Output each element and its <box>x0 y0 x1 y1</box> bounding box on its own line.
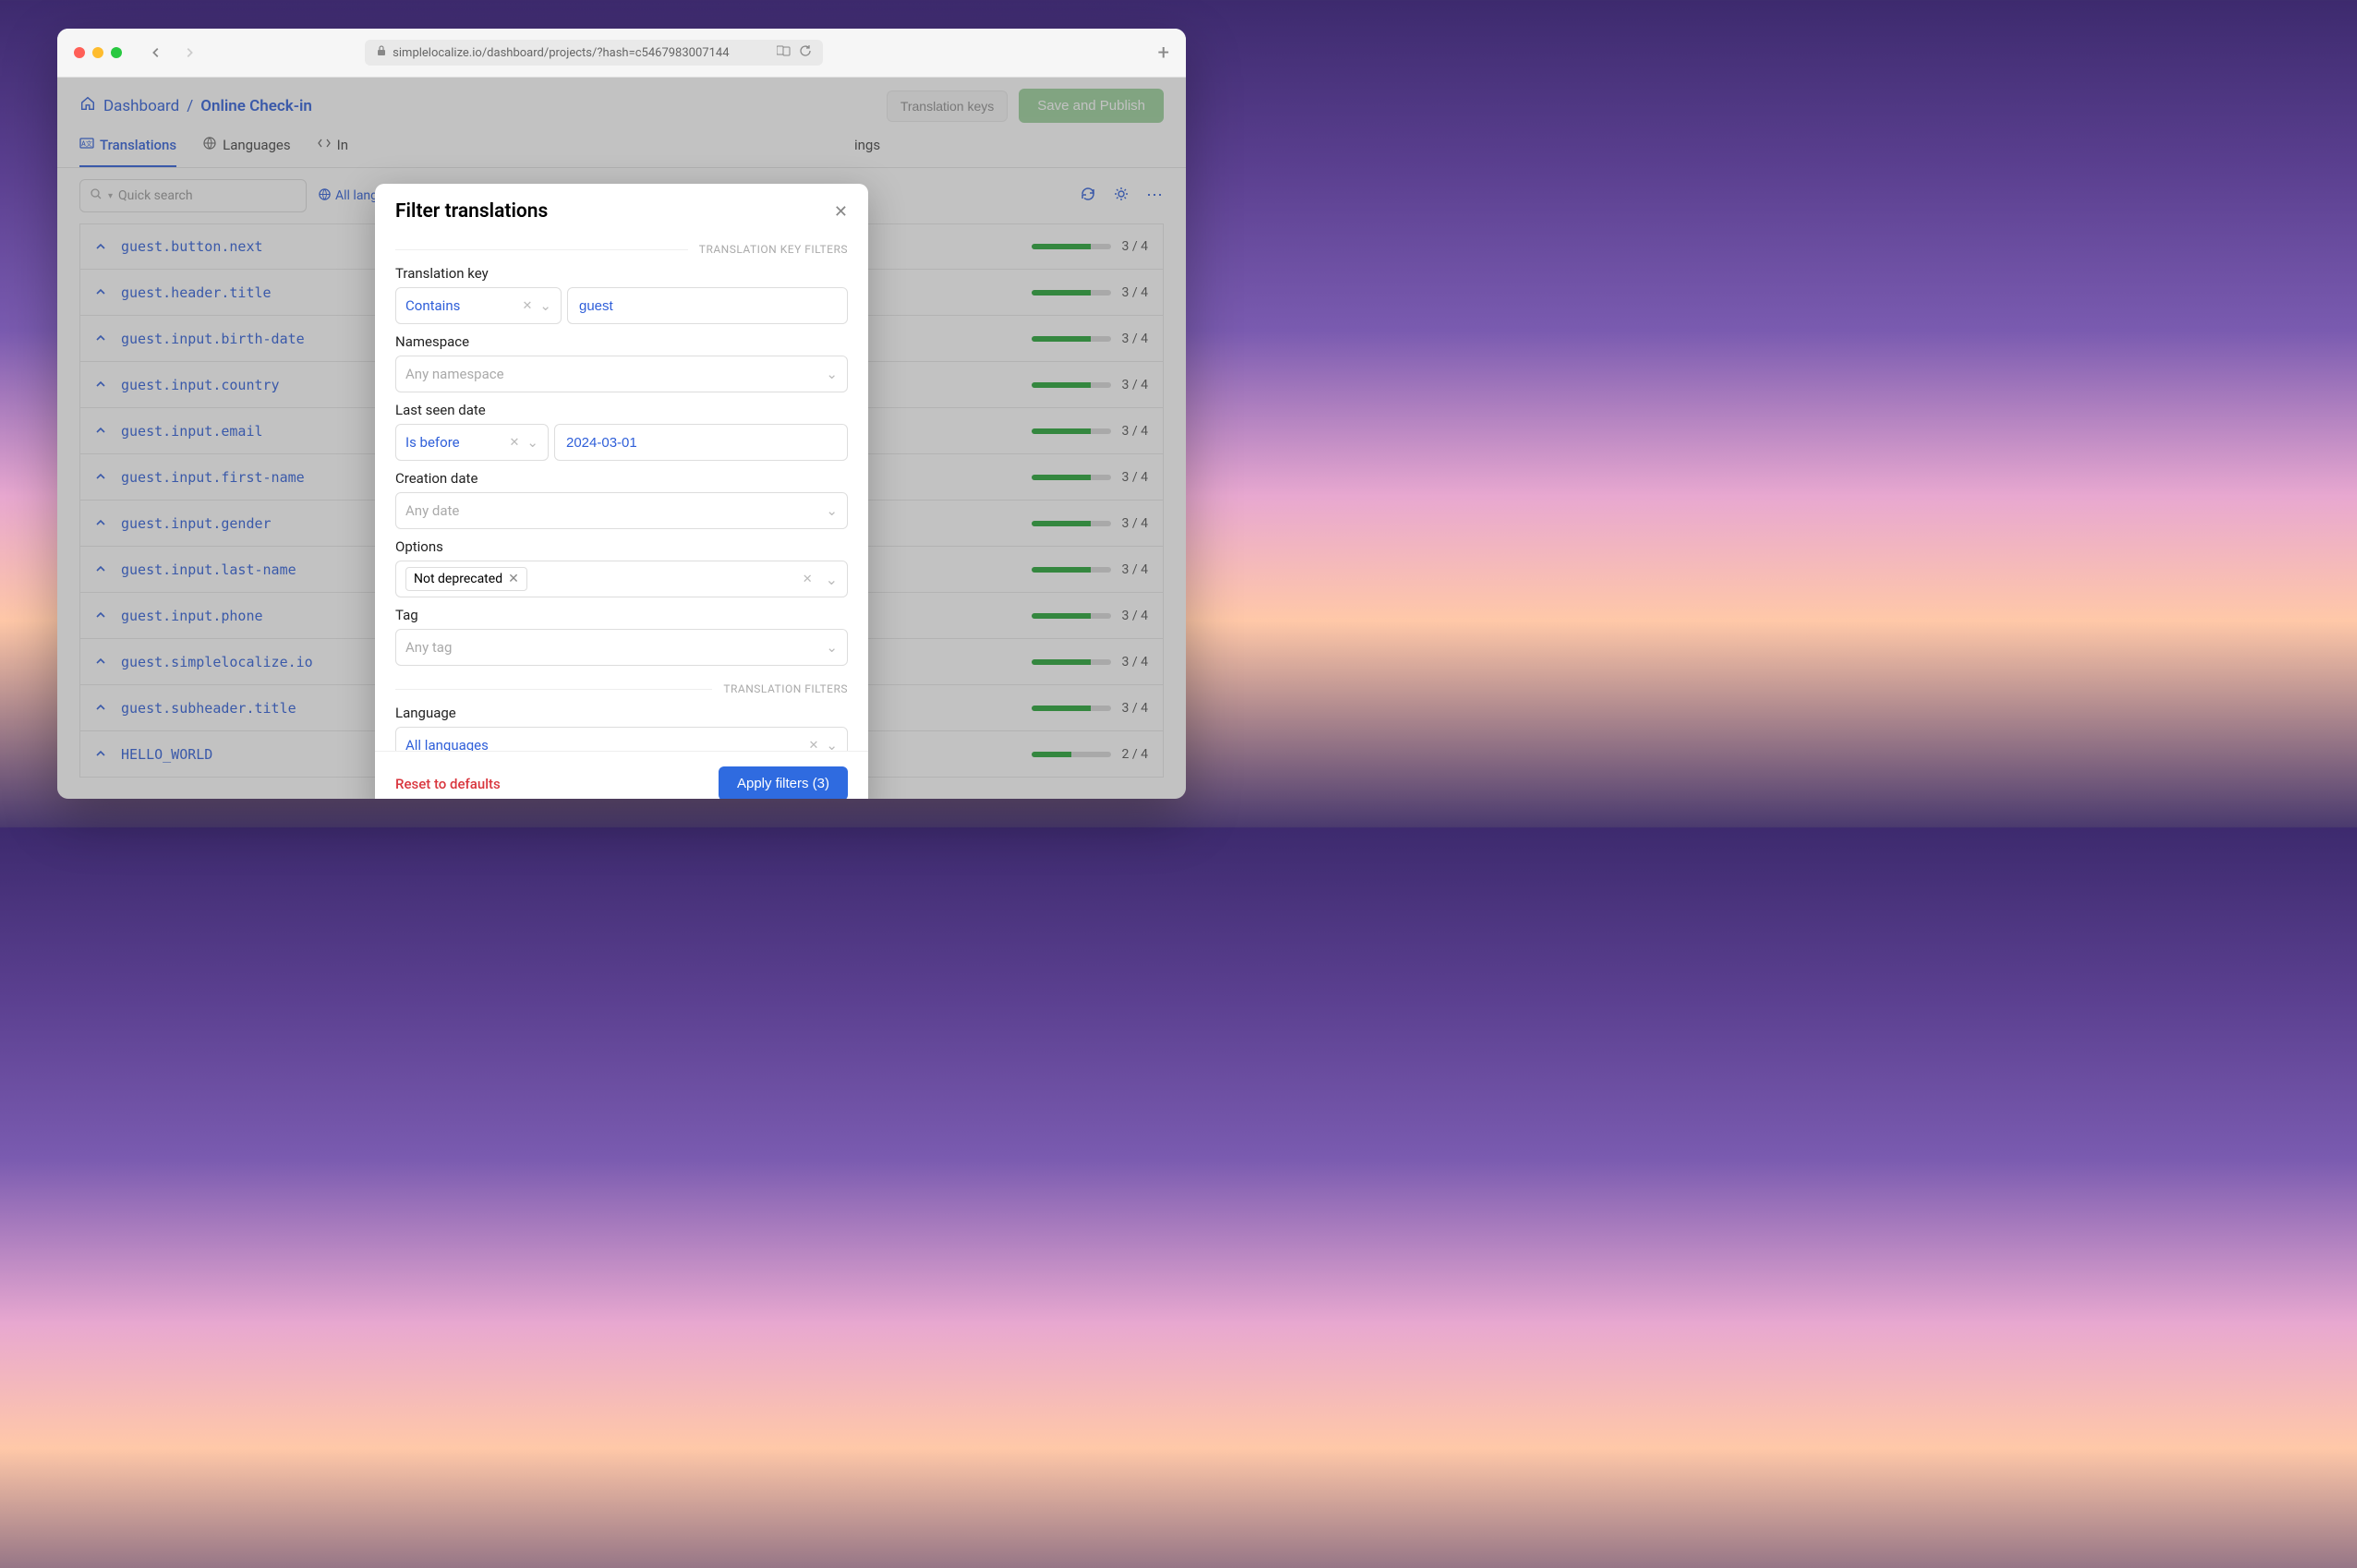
modal-title: Filter translations <box>395 200 548 223</box>
filter-modal: Filter translations ✕ TRANSLATION KEY FI… <box>375 184 868 799</box>
creation-date-select[interactable]: Any date ⌄ <box>395 492 848 529</box>
chevron-down-icon: ⌄ <box>539 297 551 314</box>
url-text: simplelocalize.io/dashboard/projects/?ha… <box>393 46 729 60</box>
close-icon[interactable]: ✕ <box>834 202 848 222</box>
section-translation-filters: TRANSLATION FILTERS <box>723 682 848 695</box>
namespace-label: Namespace <box>395 333 848 350</box>
lock-icon <box>376 45 387 60</box>
section-key-filters: TRANSLATION KEY FILTERS <box>699 243 848 256</box>
namespace-placeholder: Any namespace <box>405 366 504 382</box>
titlebar: simplelocalize.io/dashboard/projects/?ha… <box>57 29 1186 78</box>
options-tag-label: Not deprecated <box>414 572 502 586</box>
language-select[interactable]: All languages ✕ ⌄ <box>395 727 848 751</box>
last-seen-label: Last seen date <box>395 402 848 418</box>
translation-key-label: Translation key <box>395 265 848 282</box>
tag-label: Tag <box>395 607 848 623</box>
creation-date-label: Creation date <box>395 470 848 487</box>
reset-to-defaults-button[interactable]: Reset to defaults <box>395 776 501 792</box>
translate-icon[interactable] <box>777 44 792 61</box>
clear-icon[interactable]: ✕ <box>799 573 816 586</box>
translation-key-op-select[interactable]: Contains ✕ ⌄ <box>395 287 562 324</box>
chevron-down-icon: ⌄ <box>826 639 838 656</box>
options-label: Options <box>395 538 848 555</box>
browser-window: simplelocalize.io/dashboard/projects/?ha… <box>57 29 1186 799</box>
options-select[interactable]: Not deprecated ✕ ✕ ⌄ <box>395 561 848 597</box>
chevron-down-icon: ⌄ <box>826 571 838 588</box>
new-tab-button[interactable]: + <box>1158 42 1169 65</box>
namespace-select[interactable]: Any namespace ⌄ <box>395 356 848 392</box>
last-seen-input[interactable] <box>554 424 848 461</box>
options-tag-not-deprecated: Not deprecated ✕ <box>405 567 527 591</box>
last-seen-op-select[interactable]: Is before ✕ ⌄ <box>395 424 549 461</box>
language-label: Language <box>395 705 848 721</box>
clear-icon[interactable]: ✕ <box>805 739 823 752</box>
back-button[interactable] <box>148 44 164 61</box>
chevron-down-icon: ⌄ <box>826 502 838 519</box>
chevron-down-icon: ⌄ <box>526 434 538 451</box>
apply-filters-button[interactable]: Apply filters (3) <box>719 766 848 799</box>
minimize-window-button[interactable] <box>92 47 103 58</box>
language-value: All languages <box>405 737 489 751</box>
close-window-button[interactable] <box>74 47 85 58</box>
url-bar[interactable]: simplelocalize.io/dashboard/projects/?ha… <box>365 40 823 66</box>
creation-date-placeholder: Any date <box>405 502 459 519</box>
translation-key-op-value: Contains <box>405 297 460 314</box>
chevron-down-icon: ⌄ <box>826 737 838 751</box>
tag-select[interactable]: Any tag ⌄ <box>395 629 848 666</box>
clear-icon[interactable]: ✕ <box>506 436 524 450</box>
maximize-window-button[interactable] <box>111 47 122 58</box>
reload-icon[interactable] <box>799 44 812 61</box>
forward-button[interactable] <box>181 44 198 61</box>
tag-placeholder: Any tag <box>405 639 452 656</box>
app-content: Dashboard / Online Check-in Translation … <box>57 78 1186 799</box>
nav-arrows <box>148 44 198 61</box>
translation-key-input[interactable] <box>567 287 848 324</box>
last-seen-op-value: Is before <box>405 434 460 451</box>
remove-tag-icon[interactable]: ✕ <box>508 572 519 586</box>
clear-icon[interactable]: ✕ <box>519 299 537 313</box>
chevron-down-icon: ⌄ <box>826 366 838 382</box>
traffic-lights <box>74 47 122 58</box>
